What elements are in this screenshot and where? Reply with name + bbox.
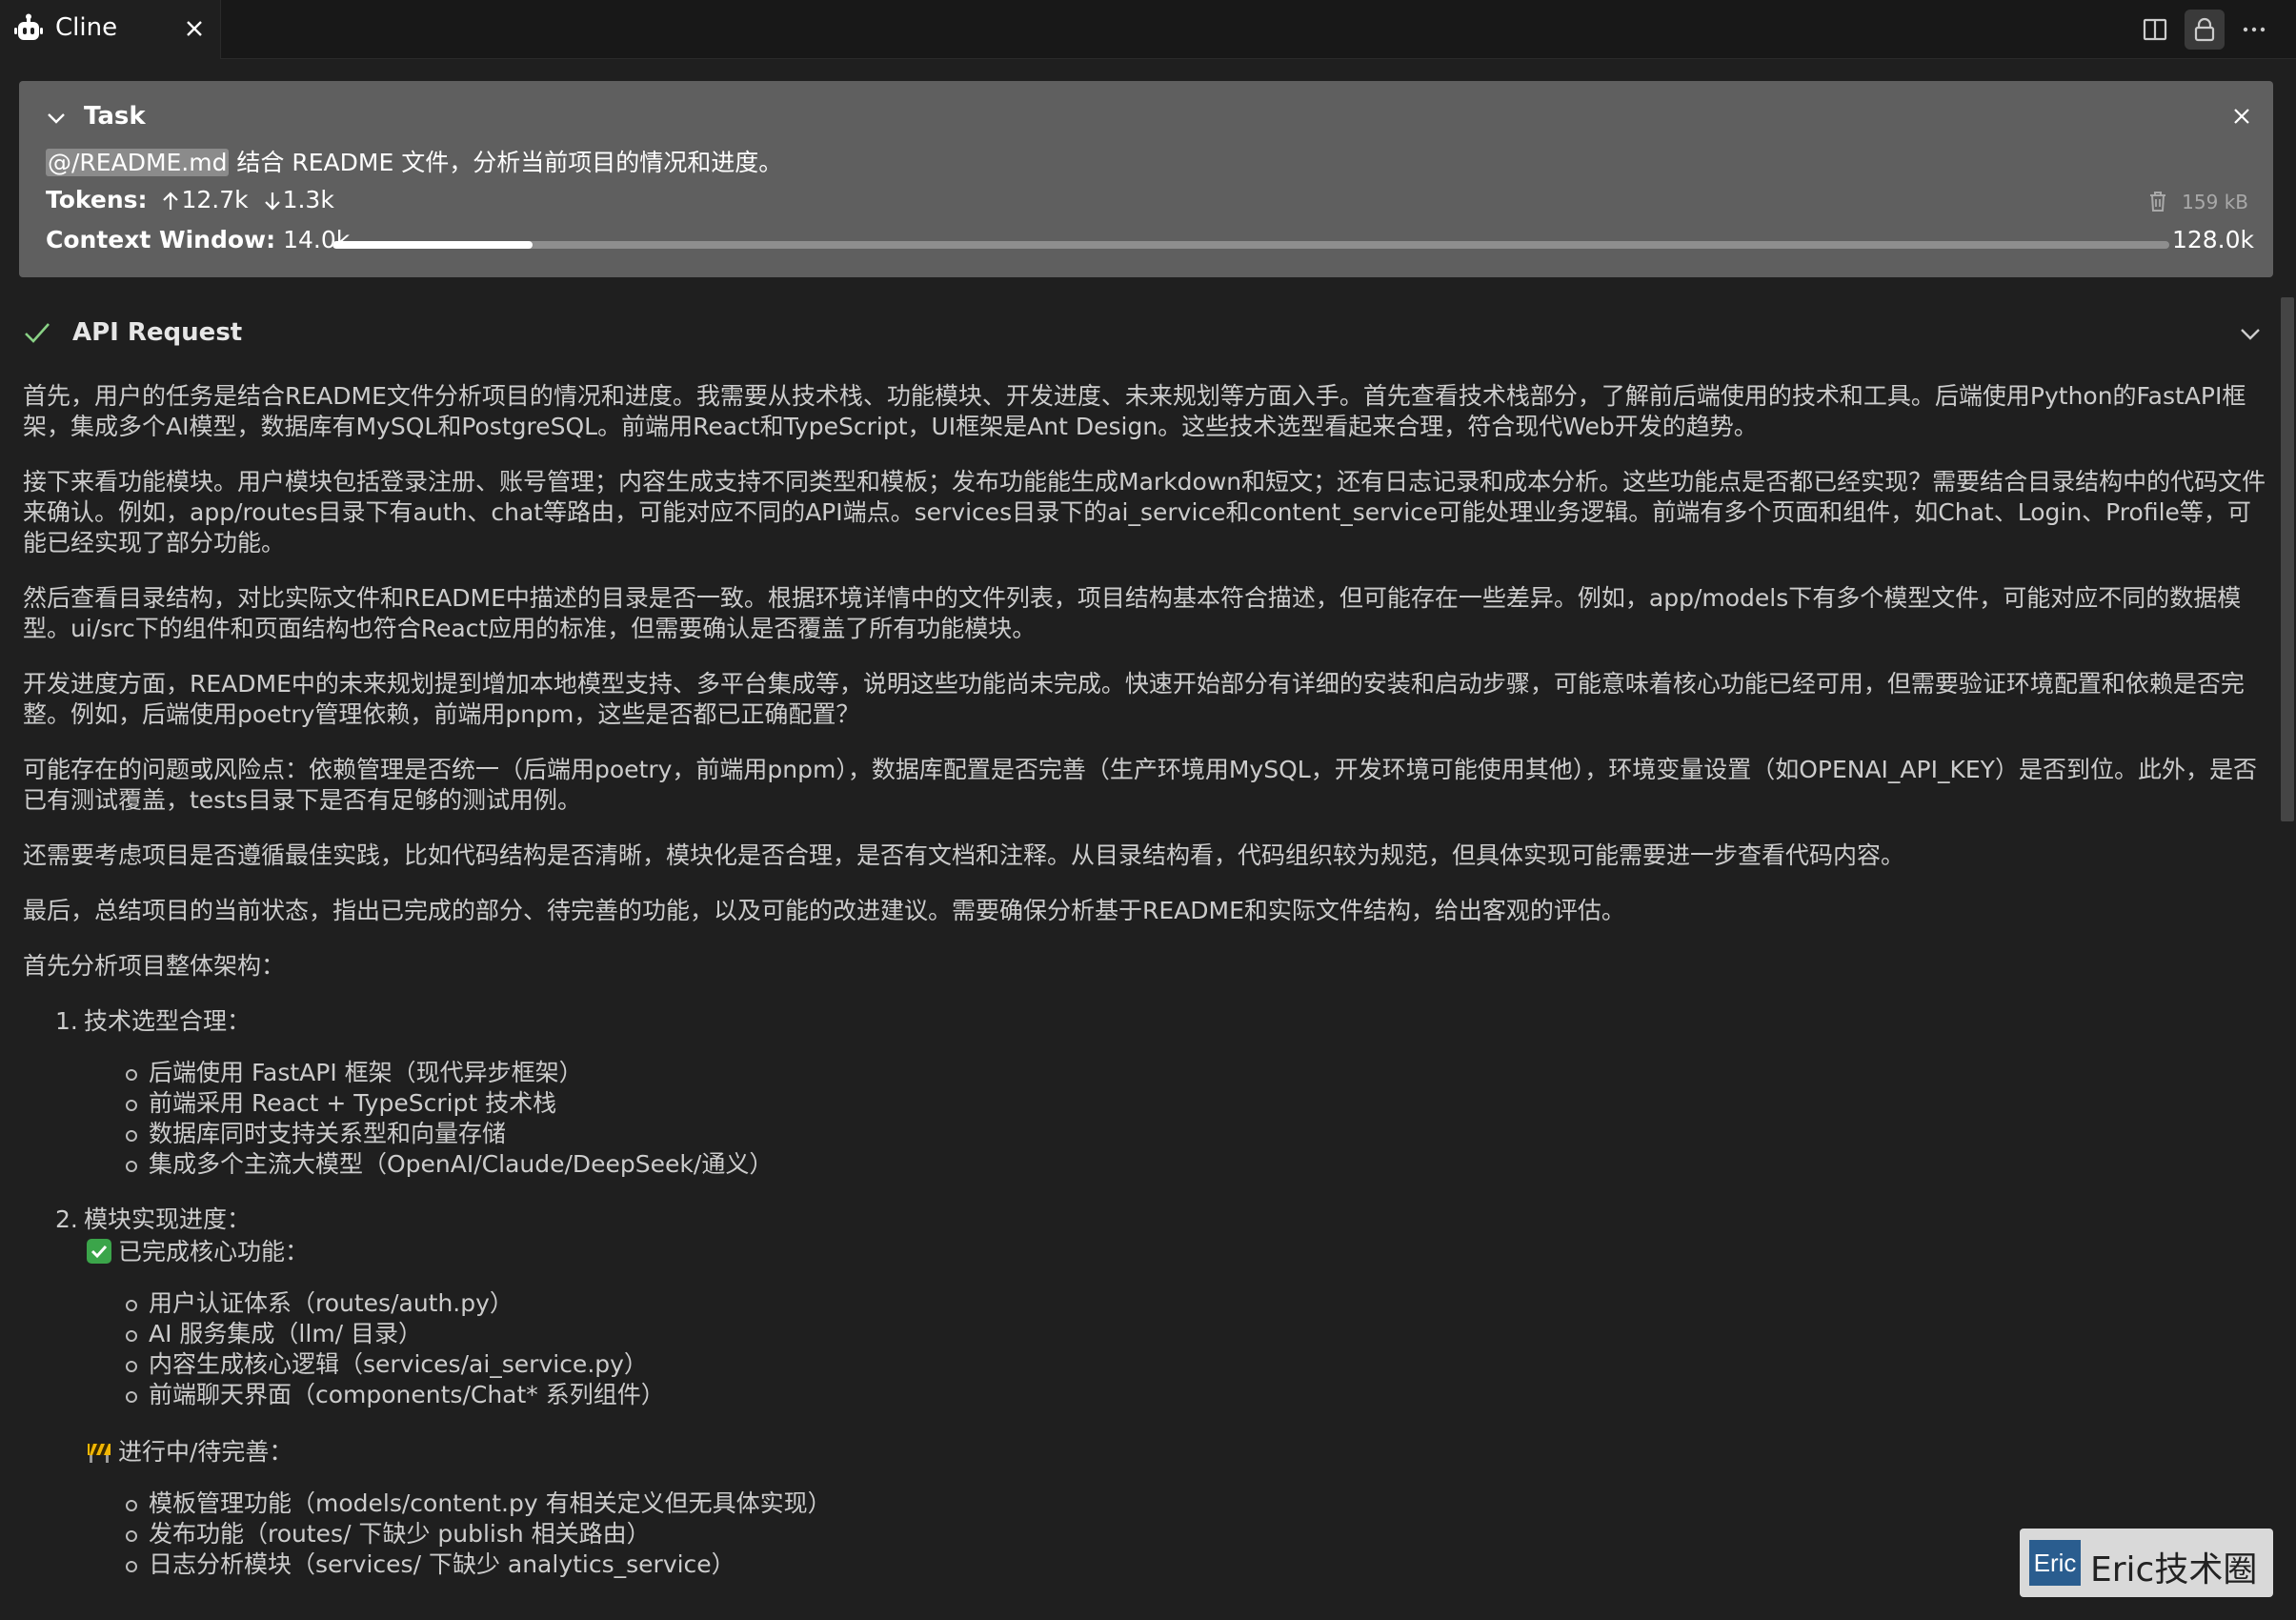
- list-item: 前端聊天界面（components/Chat* 系列组件）: [126, 1380, 2271, 1410]
- arrow-up-icon: [162, 190, 179, 217]
- lock-button[interactable]: [2185, 10, 2225, 50]
- list-item: 数据库同时支持关系型和向量存储: [126, 1119, 2271, 1149]
- close-icon[interactable]: [2229, 104, 2254, 132]
- ordered-list-item: 1. 技术选型合理：: [23, 1006, 2271, 1037]
- context-label: Context Window:: [46, 226, 276, 253]
- check-icon: [23, 318, 51, 351]
- context-max: 128.0k: [2171, 226, 2254, 253]
- check-mark-emoji-icon: [86, 1238, 112, 1265]
- wip-heading: 进行中/待完善：: [118, 1438, 293, 1466]
- task-title: Task: [84, 102, 146, 131]
- paragraph: 然后查看目录结构，对比实际文件和README中描述的目录是否一致。根据环境详情中…: [23, 584, 2242, 642]
- watermark: Eric Eric技术圈: [2020, 1529, 2273, 1597]
- tech-list: 后端使用 FastAPI 框架（现代异步框架） 前端采用 React + Typ…: [126, 1058, 2271, 1180]
- list-heading: 模块实现进度：: [84, 1205, 252, 1233]
- paragraph: 首先，用户的任务是结合README文件分析项目的情况和进度。我需要从技术栈、功能…: [23, 382, 2246, 440]
- list-item: 集成多个主流大模型（OpenAI/Claude/DeepSeek/通义）: [126, 1149, 2271, 1180]
- list-item: 后端使用 FastAPI 框架（现代异步框架）: [126, 1058, 2271, 1088]
- watermark-logo: Eric: [2029, 1540, 2081, 1586]
- list-heading: 技术选型合理：: [84, 1007, 252, 1035]
- list-item: 模板管理功能（models/content.py 有相关定义但无具体实现）: [126, 1488, 2271, 1519]
- paragraph: 最后，总结项目的当前状态，指出已完成的部分、待完善的功能，以及可能的改进建议。需…: [23, 897, 1625, 924]
- context-progress-bar: [332, 241, 2169, 249]
- task-text: 结合 README 文件，分析当前项目的情况和进度。: [229, 149, 783, 176]
- wip-heading-row: 进行中/待完善：: [86, 1437, 2271, 1468]
- ordered-list-item: 2. 模块实现进度：: [23, 1205, 2271, 1235]
- tokens-label: Tokens:: [46, 186, 148, 213]
- list-number: 2.: [55, 1205, 78, 1233]
- response-content: 首先，用户的任务是结合README文件分析项目的情况和进度。我需要从技术栈、功能…: [23, 381, 2271, 1580]
- task-description: @/README.md 结合 README 文件，分析当前项目的情况和进度。: [46, 144, 782, 178]
- list-item: 前端采用 React + TypeScript 技术栈: [126, 1088, 2271, 1119]
- list-item: 日志分析模块（services/ 下缺少 analytics_service）: [126, 1549, 2271, 1580]
- tokens-out: 1.3k: [282, 186, 334, 213]
- split-editor-button[interactable]: [2135, 10, 2175, 50]
- api-request-title[interactable]: API Request: [72, 318, 242, 347]
- task-size: 159 kB: [2182, 191, 2248, 213]
- paragraph: 接下来看功能模块。用户模块包括登录注册、账号管理；内容生成支持不同类型和模板；发…: [23, 468, 2266, 557]
- context-window-row: Context Window: 14.0k: [46, 226, 350, 253]
- wip-list: 模板管理功能（models/content.py 有相关定义但无具体实现） 发布…: [126, 1488, 2271, 1580]
- tab-bar: Cline: [0, 0, 2296, 59]
- tokens-row: Tokens: 12.7k 1.3k: [46, 186, 334, 217]
- context-progress-fill: [332, 241, 534, 249]
- watermark-text: Eric技术圈: [2090, 1550, 2258, 1590]
- chevron-down-icon[interactable]: [44, 106, 69, 134]
- arrow-down-icon: [264, 190, 281, 217]
- chevron-down-icon[interactable]: [2237, 320, 2264, 351]
- more-actions-button[interactable]: [2234, 10, 2274, 50]
- task-card: Task @/README.md 结合 README 文件，分析当前项目的情况和…: [19, 81, 2273, 277]
- tokens-in: 12.7k: [181, 186, 249, 213]
- construction-emoji-icon: [86, 1438, 112, 1465]
- done-list: 用户认证体系（routes/auth.py） AI 服务集成（llm/ 目录） …: [126, 1288, 2271, 1410]
- list-item: AI 服务集成（llm/ 目录）: [126, 1319, 2271, 1349]
- list-number: 1.: [55, 1007, 78, 1035]
- paragraph: 可能存在的问题或风险点：依赖管理是否统一（后端用poetry，前端用pnpm），…: [23, 756, 2257, 814]
- list-item: 内容生成核心逻辑（services/ai_service.py）: [126, 1349, 2271, 1380]
- tab-cline[interactable]: Cline: [0, 0, 221, 59]
- robot-icon: [13, 13, 44, 44]
- scrollbar-thumb[interactable]: [2281, 297, 2294, 821]
- trash-icon: [2147, 191, 2182, 213]
- paragraph: 首先分析项目整体架构：: [23, 952, 286, 980]
- paragraph: 还需要考虑项目是否遵循最佳实践，比如代码结构是否清晰，模块化是否合理，是否有文档…: [23, 841, 1905, 869]
- file-mention[interactable]: @/README.md: [46, 149, 230, 176]
- done-heading: 已完成核心功能：: [118, 1238, 310, 1266]
- done-heading-row: 已完成核心功能：: [86, 1237, 2271, 1267]
- size-badge[interactable]: 159 kB: [2147, 190, 2248, 213]
- close-icon[interactable]: [179, 13, 210, 44]
- tab-label: Cline: [55, 13, 118, 42]
- context-used: 14.0k: [283, 226, 351, 253]
- paragraph: 开发进度方面，README中的未来规划提到增加本地模型支持、多平台集成等，说明这…: [23, 670, 2245, 728]
- list-item: 用户认证体系（routes/auth.py）: [126, 1288, 2271, 1319]
- list-item: 发布功能（routes/ 下缺少 publish 相关路由）: [126, 1519, 2271, 1549]
